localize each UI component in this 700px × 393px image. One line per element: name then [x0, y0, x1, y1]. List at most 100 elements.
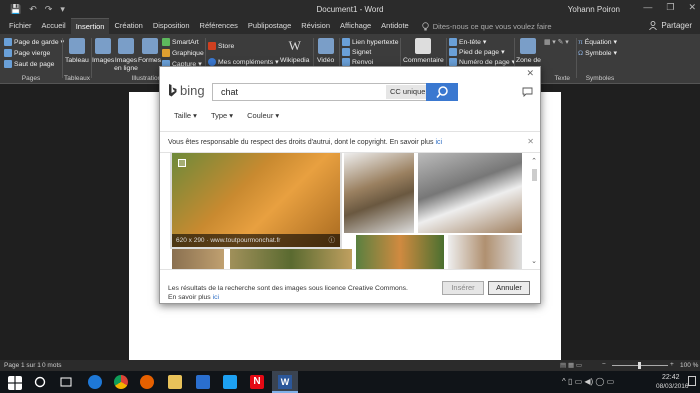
filter-type[interactable]: Type ▾ [211, 111, 233, 120]
chart-button[interactable]: Graphique [162, 49, 204, 57]
zoom-slider-thumb[interactable] [638, 362, 641, 369]
tab-references[interactable]: Références [195, 18, 243, 34]
bookmark-button[interactable]: Signet [342, 48, 371, 56]
page-break-icon [4, 60, 12, 68]
pictures-button[interactable]: Images [92, 38, 114, 64]
tray-icons[interactable]: ^ ▯ ▭ ◀) ◯ ▭ [562, 377, 614, 386]
notifications-icon[interactable] [688, 376, 696, 386]
page-number-button[interactable]: Numéro de page ▾ [449, 58, 515, 66]
store-taskbar-icon[interactable] [196, 375, 210, 389]
zoom-in-button[interactable]: + [670, 361, 674, 368]
image-result[interactable] [230, 249, 352, 269]
insert-button[interactable]: Insérer [442, 281, 484, 295]
word-taskbar-button[interactable]: W [272, 371, 298, 393]
maximize-button[interactable]: ❐ [666, 2, 674, 13]
close-button[interactable]: ✕ [688, 2, 696, 13]
cover-page-button[interactable]: Page de garde ▾ [4, 38, 64, 46]
page-number-icon [449, 58, 457, 66]
file-explorer-icon[interactable] [168, 375, 182, 389]
results-scrollbar[interactable]: ⌃ ⌄ [530, 157, 538, 265]
scroll-down-icon[interactable]: ⌄ [530, 257, 538, 265]
lightbulb-icon [422, 21, 429, 30]
edge-icon[interactable] [88, 375, 102, 389]
image-result-selected[interactable]: 620 x 290 · www.toutpourmonchat.fr ⓘ [170, 153, 342, 249]
video-label: Vidéo [317, 57, 335, 64]
blank-page-button[interactable]: Page vierge [4, 49, 50, 57]
scrollbar-thumb[interactable] [532, 169, 537, 181]
notice-close-button[interactable]: ✕ [527, 137, 534, 146]
scroll-up-icon[interactable]: ⌃ [530, 157, 538, 165]
tab-publipostage[interactable]: Publipostage [243, 18, 296, 34]
bookmark-label: Signet [352, 48, 372, 56]
tab-insertion[interactable]: Insertion [70, 18, 110, 34]
video-button[interactable]: Vidéo [317, 38, 334, 64]
filter-size[interactable]: Taille ▾ [174, 111, 197, 120]
comment-icon [415, 38, 432, 54]
tab-affichage[interactable]: Affichage [335, 18, 376, 34]
store-button[interactable]: Store [208, 42, 234, 50]
comment-button[interactable]: Commentaire [403, 38, 444, 64]
image-result[interactable] [356, 235, 444, 269]
table-button[interactable]: Tableau [65, 38, 89, 64]
search-input[interactable] [213, 84, 343, 100]
view-buttons[interactable]: ▤ ▦ ▭ [560, 361, 582, 369]
wikipedia-button[interactable]: W Wikipedia [280, 38, 309, 64]
netflix-icon[interactable]: N [250, 375, 264, 389]
zoom-out-button[interactable]: − [602, 361, 606, 368]
tab-revision[interactable]: Révision [296, 18, 335, 34]
cortana-icon[interactable] [33, 375, 47, 389]
image-result[interactable] [172, 249, 224, 269]
smartart-button[interactable]: SmartArt [162, 38, 199, 46]
footer-link[interactable]: ici [213, 294, 219, 301]
firefox-icon[interactable] [140, 375, 154, 389]
online-pictures-button[interactable]: Images en ligne [114, 38, 138, 73]
dialog-close-button[interactable]: ✕ [526, 68, 534, 79]
symbol-button[interactable]: Ω Symbole ▾ [578, 49, 617, 58]
word-count[interactable]: 0 mots [42, 362, 62, 369]
clock-date[interactable]: 08/03/2016 [656, 383, 689, 390]
page-break-button[interactable]: Saut de page [4, 60, 54, 68]
search-button[interactable] [426, 83, 458, 101]
footer-button[interactable]: Pied de page ▾ [449, 48, 504, 56]
cancel-button[interactable]: Annuler [488, 281, 530, 295]
info-icon[interactable]: ⓘ [329, 234, 336, 247]
insert-pictures-dialog: ✕ bing CC uniquement ▾ Taille ▾ Type ▾ C… [159, 66, 541, 304]
minimize-button[interactable]: — [643, 2, 652, 13]
image-info-text: 620 x 290 · www.toutpourmonchat.fr [176, 237, 281, 244]
tell-me-box[interactable]: Dites-nous ce que vous voulez faire [422, 22, 552, 31]
image-result[interactable] [448, 235, 522, 269]
my-addins-button[interactable]: Mes compléments ▾ [208, 58, 279, 66]
image-result[interactable] [344, 153, 414, 233]
user-name[interactable]: Yohann Poiron [568, 5, 620, 14]
notice-link[interactable]: ici [436, 139, 443, 146]
filter-color[interactable]: Couleur ▾ [247, 111, 279, 120]
cover-page-icon [4, 38, 12, 46]
chrome-icon[interactable] [114, 375, 128, 389]
footer-text-block: Les résultats de la recherche sont des i… [168, 284, 408, 302]
task-view-icon[interactable] [59, 375, 73, 389]
tab-creation[interactable]: Création [109, 18, 147, 34]
clock-time[interactable]: 22:42 [662, 374, 680, 381]
twitter-icon[interactable] [223, 375, 237, 389]
hyperlink-button[interactable]: Lien hypertexte [342, 38, 398, 46]
smartart-icon [162, 38, 170, 46]
select-checkbox[interactable] [178, 159, 186, 167]
header-button[interactable]: En-tête ▾ [449, 38, 486, 46]
zoom-level[interactable]: 100 % [680, 362, 698, 369]
cross-reference-button[interactable]: Renvoi [342, 58, 373, 66]
footer-label: Pied de page [459, 48, 500, 56]
image-result[interactable] [418, 153, 522, 233]
tab-antidote[interactable]: Antidote [376, 18, 414, 34]
tab-fichier[interactable]: Fichier [4, 18, 37, 34]
cross-reference-label: Renvoi [352, 58, 374, 66]
footer-icon [449, 48, 457, 56]
page-count[interactable]: Page 1 sur 1 [4, 362, 41, 369]
feedback-icon[interactable] [522, 87, 533, 97]
equation-button[interactable]: π Équation ▾ [578, 38, 617, 47]
windows-start-icon[interactable] [8, 376, 22, 390]
tab-accueil[interactable]: Accueil [37, 18, 71, 34]
tab-disposition[interactable]: Disposition [148, 18, 195, 34]
shapes-button[interactable]: Formes [138, 38, 161, 64]
filter-bar: Taille ▾ Type ▾ Couleur ▾ [174, 111, 279, 120]
share-button[interactable]: Partager [649, 21, 692, 30]
